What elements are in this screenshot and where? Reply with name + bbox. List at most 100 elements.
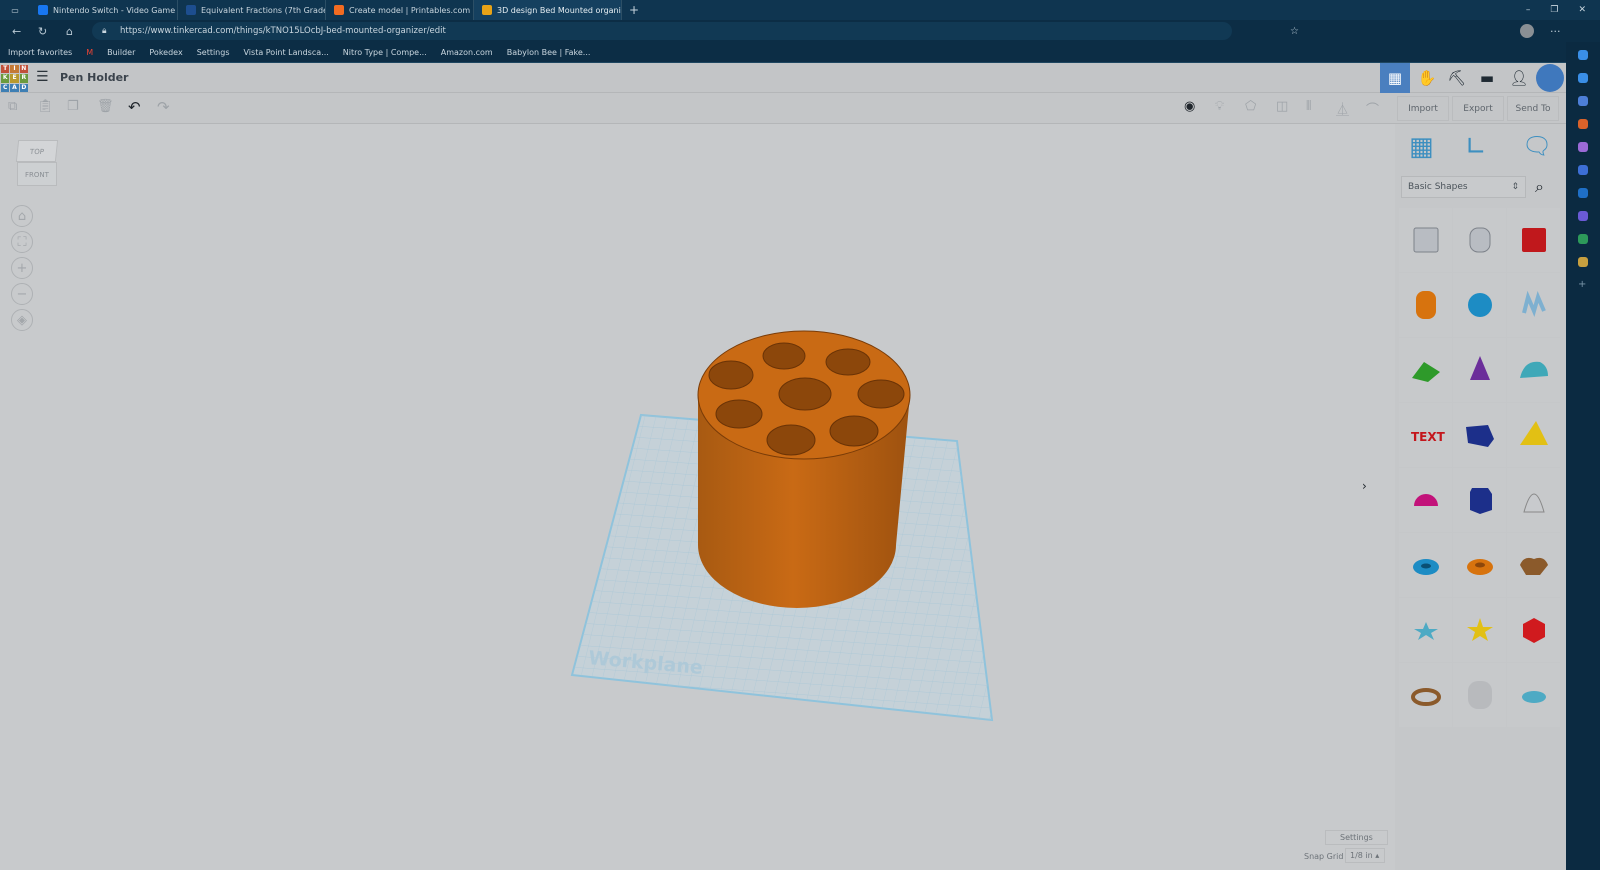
- shape-torus[interactable]: [1399, 533, 1452, 597]
- bookmark-settings[interactable]: Settings: [197, 48, 230, 57]
- copy-icon[interactable]: ⧉: [8, 99, 17, 114]
- bookmark-amazon[interactable]: Amazon.com: [441, 48, 493, 57]
- import-button[interactable]: Import: [1397, 96, 1449, 121]
- shape-cone[interactable]: [1453, 338, 1506, 402]
- align-icon[interactable]: ⫴: [1306, 99, 1311, 114]
- tab-tinkercad[interactable]: 3D design Bed Mounted organiz✕: [474, 0, 622, 20]
- shape-round-roof[interactable]: [1507, 338, 1560, 402]
- shape-icosahedron[interactable]: [1507, 598, 1560, 662]
- add-sidebar-icon[interactable]: +: [1578, 280, 1588, 290]
- shape-tube[interactable]: [1453, 533, 1506, 597]
- workplane-canvas[interactable]: Workplane: [0, 124, 1395, 870]
- search-icon[interactable]: ⌕: [1535, 177, 1544, 197]
- shape-heart[interactable]: [1507, 533, 1560, 597]
- shape-star[interactable]: [1399, 598, 1452, 662]
- search-sidebar-icon[interactable]: [1578, 73, 1588, 83]
- tab-actions-icon[interactable]: ▭: [0, 6, 30, 15]
- light-bulb-icon[interactable]: 💡︎: [1215, 99, 1224, 114]
- extension-icon[interactable]: [1578, 257, 1588, 267]
- roof-icon: [1411, 362, 1440, 382]
- group-icon[interactable]: ⬠: [1245, 99, 1256, 114]
- profile-avatar[interactable]: [1520, 24, 1534, 38]
- shape-half-sphere[interactable]: [1399, 468, 1452, 532]
- shape-polygon[interactable]: [1453, 468, 1506, 532]
- paste-icon[interactable]: 📋︎: [37, 99, 54, 114]
- copilot-icon[interactable]: [1578, 50, 1588, 60]
- shape-cylinder[interactable]: [1399, 273, 1452, 337]
- maximize-icon[interactable]: ❐: [1550, 5, 1558, 15]
- shape-pyramid[interactable]: [1507, 403, 1560, 467]
- drop-icon[interactable]: [1578, 211, 1588, 221]
- back-icon[interactable]: ←: [12, 25, 21, 38]
- duplicate-icon[interactable]: ❐: [67, 99, 79, 114]
- icosahedron-icon: [1522, 618, 1545, 643]
- shape-wedge[interactable]: [1453, 403, 1506, 467]
- tools-icon[interactable]: [1578, 119, 1588, 129]
- delete-icon[interactable]: 🗑︎: [97, 99, 114, 114]
- redo-icon[interactable]: ↷: [157, 98, 170, 116]
- add-user-icon[interactable]: 👤︎: [1504, 63, 1534, 93]
- user-avatar[interactable]: [1536, 64, 1564, 92]
- refresh-icon[interactable]: ↻: [38, 25, 47, 38]
- more-menu-icon[interactable]: ···: [1550, 25, 1561, 38]
- mirror-icon[interactable]: ⏅: [1336, 99, 1349, 118]
- shape-paraboloid[interactable]: [1507, 468, 1560, 532]
- gmail-icon[interactable]: M: [86, 48, 93, 57]
- ring-icon: [1410, 688, 1441, 706]
- lego-bricks-button[interactable]: ▬: [1472, 63, 1502, 93]
- snap-grid-select[interactable]: 1/8 in ▴: [1345, 848, 1385, 863]
- bookmark-babylon-bee[interactable]: Babylon Bee | Fake...: [507, 48, 591, 57]
- shopping-icon[interactable]: [1578, 96, 1588, 106]
- notes-visibility-icon[interactable]: ◉: [1184, 99, 1195, 114]
- new-tab-button[interactable]: +: [622, 3, 646, 17]
- design-title[interactable]: Pen Holder: [60, 71, 128, 84]
- favorite-star-icon[interactable]: ☆: [1290, 26, 1299, 37]
- outlook-icon[interactable]: [1578, 188, 1588, 198]
- minecraft-button[interactable]: ⛏: [1442, 63, 1472, 93]
- shape-text[interactable]: TEXT: [1399, 403, 1452, 467]
- shape-cylinder-hole[interactable]: [1453, 208, 1506, 272]
- tab-fractions[interactable]: Equivalent Fractions (7th Grade)✕: [178, 0, 326, 20]
- pen-holder-model[interactable]: [697, 330, 911, 608]
- bookmark-import-favorites[interactable]: Import favorites: [8, 48, 72, 57]
- bookmark-vista-point[interactable]: Vista Point Landsca...: [244, 48, 329, 57]
- tab-nintendo[interactable]: Nintendo Switch - Video Game (✕: [30, 0, 178, 20]
- shape-box[interactable]: [1507, 208, 1560, 272]
- close-window-icon[interactable]: ✕: [1578, 5, 1586, 15]
- minimize-icon[interactable]: –: [1526, 5, 1531, 15]
- select-arrows-icon: ⇕: [1511, 182, 1519, 192]
- home-icon[interactable]: ⌂: [66, 25, 73, 38]
- bookmark-builder[interactable]: Builder: [107, 48, 135, 57]
- 3d-design-view-button[interactable]: ▦: [1380, 63, 1410, 93]
- settings-button[interactable]: Settings: [1325, 830, 1388, 845]
- workplane-tool-icon[interactable]: ▦: [1409, 132, 1434, 162]
- blocks-button[interactable]: ✋: [1412, 63, 1442, 93]
- undo-icon[interactable]: ↶: [128, 98, 141, 116]
- shape-category-select[interactable]: Basic Shapes ⇕: [1401, 176, 1526, 198]
- shape-rounded-cube[interactable]: [1453, 663, 1506, 727]
- url-input[interactable]: 🔒︎ https://www.tinkercad.com/things/kTNO1…: [92, 22, 1232, 40]
- shape-star-yellow[interactable]: [1453, 598, 1506, 662]
- bookmark-nitro-type[interactable]: Nitro Type | Compe...: [343, 48, 427, 57]
- design-list-icon[interactable]: ☰: [36, 69, 49, 85]
- collapse-panel-chevron-icon[interactable]: ›: [1362, 479, 1367, 493]
- shape-sphere[interactable]: [1453, 273, 1506, 337]
- shape-ring[interactable]: [1399, 663, 1452, 727]
- cruise-icon[interactable]: ⌒: [1366, 99, 1379, 118]
- box-icon: [1521, 228, 1546, 252]
- send-icon[interactable]: [1578, 234, 1588, 244]
- tab-printables[interactable]: Create model | Printables.com✕: [326, 0, 474, 20]
- send-to-button[interactable]: Send To: [1507, 96, 1559, 121]
- games-icon[interactable]: [1578, 142, 1588, 152]
- tinkercad-logo[interactable]: TIN KER CAD: [1, 65, 28, 92]
- export-button[interactable]: Export: [1452, 96, 1504, 121]
- notes-tool-icon[interactable]: 🗨︎: [1522, 132, 1552, 160]
- bookmark-pokedex[interactable]: Pokedex: [149, 48, 182, 57]
- shape-roof[interactable]: [1399, 338, 1452, 402]
- shape-gem[interactable]: [1507, 663, 1560, 727]
- microsoft365-icon[interactable]: [1578, 165, 1588, 175]
- ruler-tool-icon[interactable]: ∟: [1465, 132, 1487, 162]
- shape-box-hole[interactable]: [1399, 208, 1452, 272]
- shape-scribble[interactable]: [1507, 273, 1560, 337]
- ungroup-icon[interactable]: ◫: [1276, 99, 1288, 114]
